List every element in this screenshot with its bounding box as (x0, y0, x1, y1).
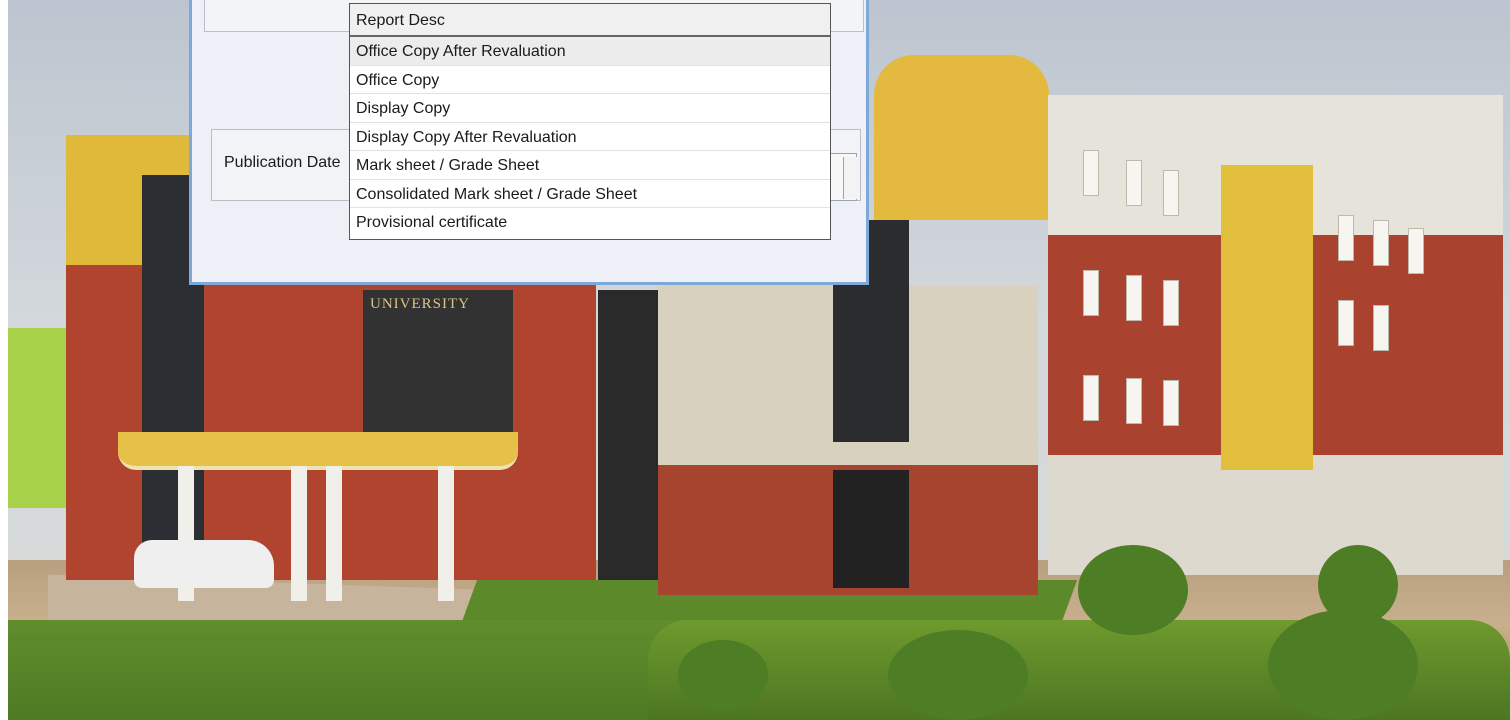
yellow-column (1221, 165, 1313, 470)
window (1163, 170, 1179, 216)
university-sign: UNIVERSITY (370, 296, 470, 312)
dropdown-option[interactable]: Office Copy (350, 66, 830, 94)
pillar (326, 466, 342, 601)
dropdown-option[interactable]: Office Copy After Revaluation (350, 37, 830, 66)
bush (888, 630, 1028, 720)
date-picker-button[interactable] (843, 157, 860, 199)
bush (678, 640, 768, 710)
window (1163, 280, 1179, 326)
dropdown-option[interactable]: Mark sheet / Grade Sheet (350, 151, 830, 180)
window (1338, 215, 1354, 261)
front-lawn (8, 620, 708, 720)
yellow-tower (874, 55, 1049, 220)
tree (1078, 545, 1188, 635)
window (1126, 160, 1142, 206)
dropdown-option[interactable]: Consolidated Mark sheet / Grade Sheet (350, 180, 830, 208)
parked-car (134, 540, 274, 588)
window (1083, 270, 1099, 316)
window (1163, 380, 1179, 426)
dropdown-header: Report Desc (350, 4, 830, 37)
window (1126, 378, 1142, 424)
window (1126, 275, 1142, 321)
window (1083, 375, 1099, 421)
window (1373, 220, 1389, 266)
dropdown-option[interactable]: Display Copy (350, 94, 830, 123)
bush (1268, 610, 1418, 720)
dropdown-list: Office Copy After Revaluation Office Copy… (350, 37, 830, 237)
window (1338, 300, 1354, 346)
entrance-canopy (118, 432, 518, 470)
window (1373, 305, 1389, 351)
glass-window (833, 470, 909, 588)
dropdown-option[interactable]: Display Copy After Revaluation (350, 123, 830, 151)
pillar (438, 466, 454, 601)
dropdown-option[interactable]: Provisional certificate (350, 208, 830, 237)
publication-date-label: Publication Date (224, 154, 341, 171)
left-margin (0, 0, 8, 720)
report-desc-dropdown[interactable]: Report Desc Office Copy After Revaluatio… (349, 3, 831, 240)
pillar (291, 466, 307, 601)
green-building (8, 328, 66, 508)
window (1408, 228, 1424, 274)
window (1083, 150, 1099, 196)
